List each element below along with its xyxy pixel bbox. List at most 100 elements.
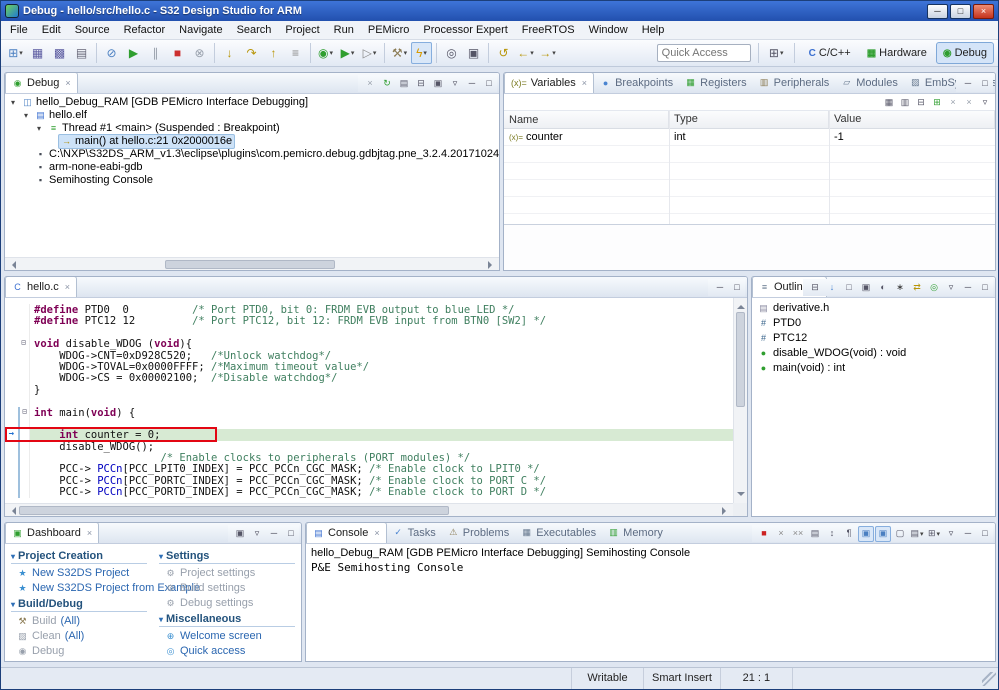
outline-item-ptd0[interactable]: #PTD0 — [754, 316, 993, 331]
section-header-settings[interactable]: ▾Settings — [159, 548, 295, 564]
maximize-button[interactable]: □ — [977, 280, 993, 296]
maximize-button[interactable]: □ — [481, 76, 497, 92]
maximize-button[interactable]: □ — [283, 526, 299, 542]
close-icon[interactable]: × — [65, 78, 70, 88]
show-type-names-button[interactable]: ▦ — [881, 94, 897, 110]
tab-debug[interactable]: ◉Debug× — [5, 73, 78, 93]
terminate-button[interactable]: ■ — [167, 42, 188, 64]
column-header-name[interactable]: Name — [504, 111, 669, 128]
debug-view-layout-button[interactable]: ▤ — [396, 76, 412, 92]
view-menu-button[interactable]: ▿ — [977, 94, 993, 110]
expander-icon[interactable]: ▾ — [33, 122, 45, 135]
code-line[interactable]: PCC-> PCCn[PCC_LPIT0_INDEX] = PCC_PCCn_C… — [5, 463, 733, 474]
minimize-button[interactable]: ─ — [464, 76, 480, 92]
scroll-down-icon[interactable] — [737, 492, 745, 500]
hide-fields-button[interactable]: □ — [841, 280, 857, 296]
instruction-stepping-button[interactable]: ≡ — [285, 42, 306, 64]
show-logical-structure-button[interactable]: ▥ — [897, 94, 913, 110]
scrollbar-thumb[interactable] — [736, 312, 745, 407]
menu-source[interactable]: Source — [68, 21, 117, 40]
tab-variables[interactable]: (x)=Variables× — [504, 73, 594, 93]
code-line[interactable]: ⊟int main(void) { — [5, 407, 733, 418]
flash-programmer-button[interactable]: ϟ▾ — [411, 42, 432, 64]
resize-grip[interactable] — [982, 672, 996, 686]
tab-executables[interactable]: ▦Executables — [515, 523, 602, 543]
tab-problems[interactable]: ⚠Problems — [442, 523, 515, 543]
minimize-button[interactable]: ─ — [712, 280, 728, 296]
pin-button[interactable]: ▣ — [430, 76, 446, 92]
dashboard-item-project-settings[interactable]: ⚙Project settings — [159, 566, 295, 581]
step-into-button[interactable]: ↓ — [219, 42, 240, 64]
code-line[interactable]: #define PTC12 12 /* Port PTC12, bit 12: … — [5, 315, 733, 326]
code-line[interactable]: ⊟void disable_WDOG (void){ — [5, 338, 733, 349]
pin-button[interactable]: ▣ — [232, 526, 248, 542]
close-icon[interactable]: × — [65, 282, 70, 292]
hide-non-public-members-button[interactable]: ◐ — [875, 280, 891, 296]
show-on-stdout-button[interactable]: ▣ — [858, 526, 874, 542]
close-button[interactable]: × — [973, 4, 994, 19]
code-line[interactable]: PCC-> PCCn[PCC_PORTC_INDEX] = PCC_PCCn_C… — [5, 475, 733, 486]
focus-active-task-button[interactable]: ◎ — [926, 280, 942, 296]
outline-list[interactable]: ▤derivative.h#PTD0#PTC12●disable_WDOG(vo… — [752, 298, 995, 379]
annotation-ruler[interactable] — [5, 384, 18, 395]
external-tools-button[interactable]: ▷▾ — [359, 42, 380, 64]
code-line[interactable]: /* Enable clocks to peripherals (PORT mo… — [5, 452, 733, 463]
menu-freertos[interactable]: FreeRTOS — [515, 21, 582, 40]
annotation-ruler[interactable] — [5, 463, 18, 474]
link-with-editor-button[interactable]: ⇄ — [909, 280, 925, 296]
step-return-button[interactable]: ↑ — [263, 42, 284, 64]
section-header-build-debug[interactable]: ▾Build/Debug — [11, 596, 147, 612]
annotation-ruler[interactable] — [5, 315, 18, 326]
remove-all-terminated-button[interactable]: × — [362, 76, 378, 92]
remove-all-launches-button[interactable]: ×× — [790, 526, 806, 542]
build-button[interactable]: ⚒▾ — [389, 42, 410, 64]
print-button[interactable]: ▤ — [71, 42, 92, 64]
forward-button[interactable]: →▾ — [537, 42, 558, 64]
scroll-right-icon[interactable] — [488, 261, 496, 269]
tab-registers[interactable]: ▦Registers — [679, 73, 752, 93]
new-wizard-button[interactable]: ⊞▾ — [5, 42, 26, 64]
minimize-button[interactable]: ─ — [960, 526, 976, 542]
code-line[interactable]: WDOG->CS = 0x00002100; /*Disable watchdo… — [5, 372, 733, 383]
code-line[interactable] — [5, 327, 733, 338]
annotation-ruler[interactable] — [5, 372, 18, 383]
expander-icon[interactable]: ▾ — [20, 109, 32, 122]
debug-tree-item[interactable]: ▪Semihosting Console — [5, 174, 499, 187]
word-wrap-button[interactable]: ¶ — [841, 526, 857, 542]
debug-horizontal-scrollbar[interactable] — [5, 257, 499, 270]
search-button[interactable]: ◎ — [441, 42, 462, 64]
outline-item-disable-wdog-void-void[interactable]: ●disable_WDOG(void) : void — [754, 346, 993, 361]
dashboard-item-quick-access[interactable]: ◎Quick access — [159, 644, 295, 659]
view-menu-button[interactable]: ▿ — [943, 526, 959, 542]
dashboard-item-clean[interactable]: ▨Clean(All) — [11, 629, 147, 644]
editor-horizontal-scrollbar[interactable] — [5, 503, 733, 516]
section-header-miscellaneous[interactable]: ▾Miscellaneous — [159, 611, 295, 627]
menu-navigate[interactable]: Navigate — [172, 21, 229, 40]
code-area[interactable]: #define PTD0 0 /* Port PTD0, bit 0: FRDM… — [5, 298, 733, 503]
view-menu-button[interactable]: ▿ — [249, 526, 265, 542]
menu-help[interactable]: Help — [635, 21, 672, 40]
suspend-button[interactable]: ∥ — [145, 42, 166, 64]
tab-peripherals[interactable]: ▥Peripherals — [753, 73, 836, 93]
code-line[interactable] — [5, 395, 733, 406]
scrollbar-thumb[interactable] — [165, 260, 335, 269]
fold-marker-icon[interactable]: ⊟ — [18, 338, 30, 349]
tab-memory[interactable]: ▥Memory — [602, 523, 669, 543]
variables-table[interactable]: NameTypeValue (x)=counterint-1 — [504, 111, 995, 231]
dashboard-item-build[interactable]: ⚒Build(All) — [11, 614, 147, 629]
annotation-ruler[interactable] — [5, 361, 18, 372]
editor-body[interactable]: #define PTD0 0 /* Port PTD0, bit 0: FRDM… — [5, 298, 747, 516]
back-button[interactable]: ←▾ — [515, 42, 536, 64]
view-menu-button[interactable]: ▿ — [447, 76, 463, 92]
menu-run[interactable]: Run — [327, 21, 361, 40]
section-header-project-creation[interactable]: ▾Project Creation — [11, 548, 147, 564]
pin-console-button[interactable]: ▢ — [892, 526, 908, 542]
collapse-all-button[interactable]: ⊟ — [807, 280, 823, 296]
annotation-ruler[interactable] — [5, 407, 18, 418]
maximize-button[interactable]: □ — [729, 280, 745, 296]
hide-static-members-button[interactable]: ▣ — [858, 280, 874, 296]
open-perspective-button[interactable]: ⊞▾ — [766, 42, 787, 64]
annotation-ruler[interactable] — [5, 475, 18, 486]
annotation-ruler[interactable] — [5, 338, 18, 349]
outline-item-ptc12[interactable]: #PTC12 — [754, 331, 993, 346]
